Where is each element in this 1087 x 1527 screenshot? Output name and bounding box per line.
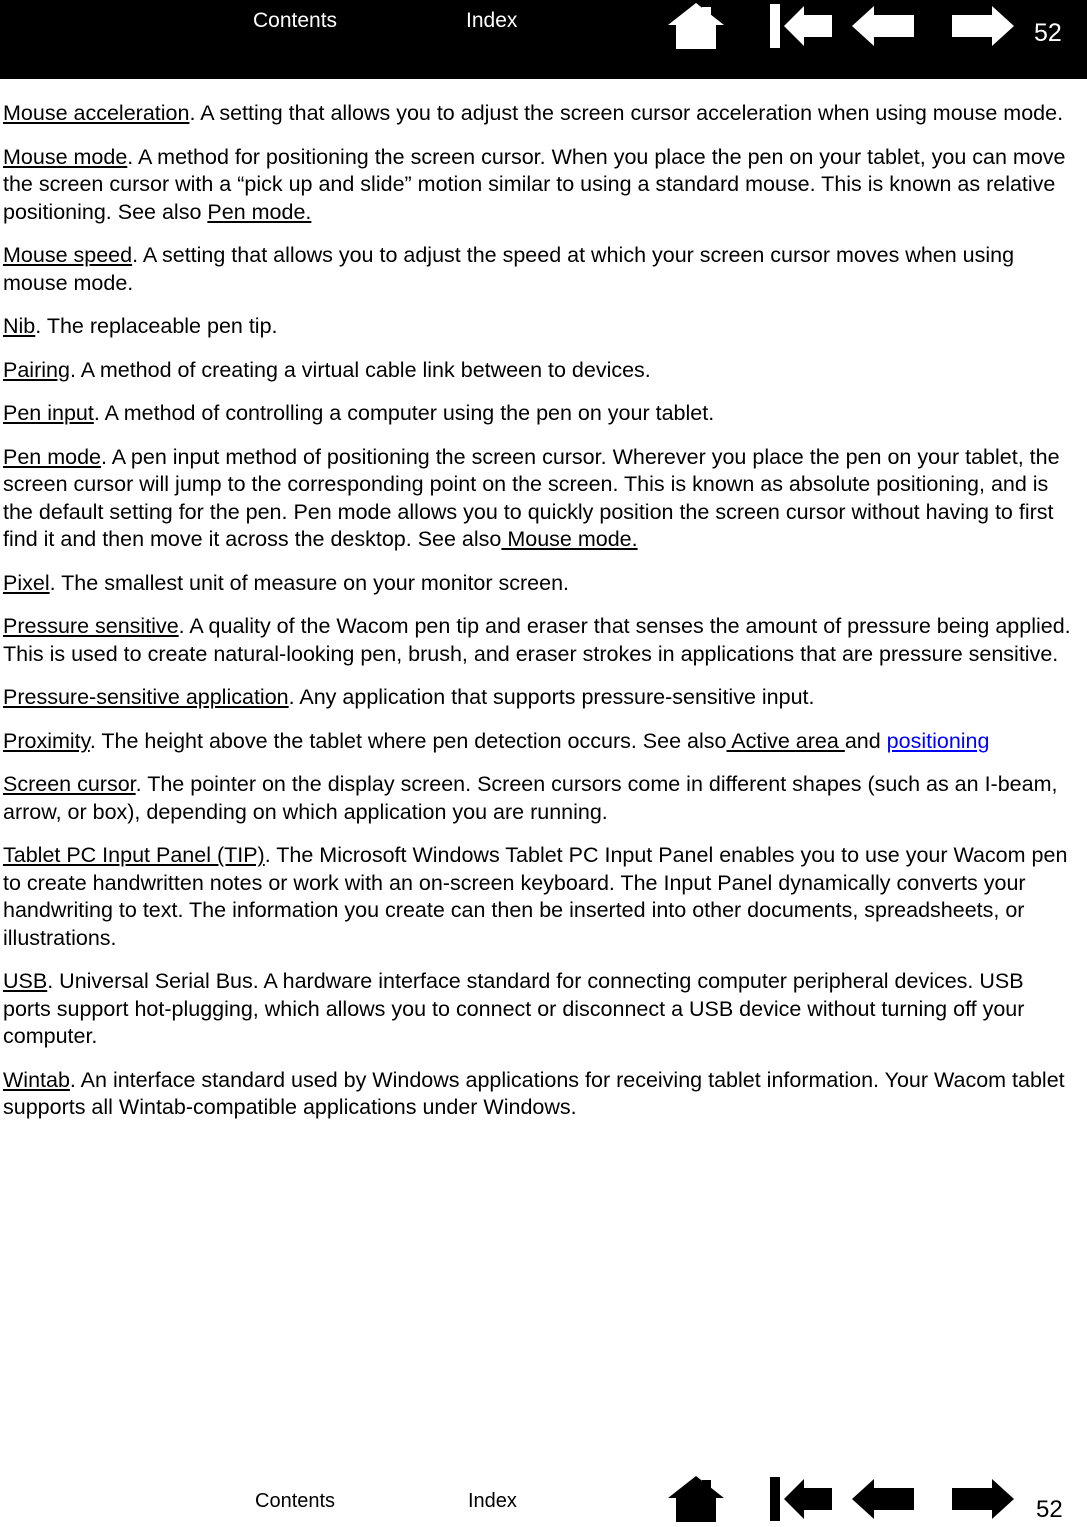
glossary-term[interactable]: Mouse speed bbox=[3, 243, 132, 267]
glossary-entry-wintab: Wintab. An interface standard used by Wi… bbox=[3, 1067, 1075, 1122]
header-page-number: 52 bbox=[1034, 19, 1062, 47]
glossary-term[interactable]: Pen mode bbox=[3, 445, 101, 469]
glossary-entry-screen-cursor: Screen cursor. The pointer on the displa… bbox=[3, 771, 1075, 826]
glossary-entry-mouse-speed: Mouse speed. A setting that allows you t… bbox=[3, 242, 1075, 297]
glossary-definition: . The smallest unit of measure on your m… bbox=[49, 570, 570, 595]
glossary-term[interactable]: Pressure sensitive bbox=[3, 614, 179, 638]
glossary-term[interactable]: Tablet PC Input Panel (TIP) bbox=[3, 843, 265, 867]
glossary-definition: . Universal Serial Bus. A hardware inter… bbox=[3, 969, 1025, 1048]
glossary-definition: . An interface standard used by Windows … bbox=[3, 1067, 1065, 1120]
header-contents-link[interactable]: Contents bbox=[253, 8, 337, 34]
header-index-link[interactable]: Index bbox=[466, 8, 517, 34]
glossary-definition: . A setting that allows you to adjust th… bbox=[189, 101, 1064, 125]
glossary-entry-pairing: Pairing. A method of creating a virtual … bbox=[3, 357, 1075, 385]
glossary-term[interactable]: Pressure-sensitive application bbox=[3, 685, 289, 709]
glossary-definition: . A method of creating a virtual cable l… bbox=[69, 357, 651, 382]
glossary-entry-pen-input: Pen input. A method of controlling a com… bbox=[3, 400, 1075, 428]
go-to-start-icon[interactable] bbox=[770, 4, 832, 48]
go-to-start-icon[interactable] bbox=[770, 1477, 832, 1521]
glossary-definition: . Any application that supports pressure… bbox=[288, 685, 815, 709]
glossary-entry-pressure-sensitive-application: Pressure-sensitive application. Any appl… bbox=[3, 684, 1075, 712]
glossary-term[interactable]: Pairing bbox=[3, 358, 70, 382]
cross-reference-link[interactable]: Mouse mode. bbox=[501, 527, 637, 551]
glossary-term[interactable]: Pen input bbox=[3, 401, 94, 425]
glossary-definition: . A method for positioning the screen cu… bbox=[3, 144, 1066, 224]
glossary-entry-pixel: Pixel. The smallest unit of measure on y… bbox=[3, 570, 1075, 598]
home-icon[interactable] bbox=[668, 3, 724, 49]
glossary-entry-proximity: Proximity. The height above the tablet w… bbox=[3, 728, 1075, 756]
next-page-icon[interactable] bbox=[952, 1477, 1014, 1521]
glossary-term[interactable]: Mouse mode bbox=[3, 145, 127, 169]
footer-index-link[interactable]: Index bbox=[468, 1488, 517, 1514]
glossary-term[interactable]: Proximity bbox=[3, 729, 90, 753]
glossary-entry-pressure-sensitive: Pressure sensitive. A quality of the Wac… bbox=[3, 613, 1075, 668]
glossary-definition: . The height above the tablet where pen … bbox=[89, 728, 727, 753]
page-footer: Contents Index 52 bbox=[0, 1472, 1087, 1527]
page-header: Contents Index 52 bbox=[0, 0, 1087, 79]
glossary-entry-usb: USB. Universal Serial Bus. A hardware in… bbox=[3, 968, 1075, 1051]
glossary-definition: . The replaceable pen tip. bbox=[35, 314, 278, 338]
glossary-definition: . A setting that allows you to adjust th… bbox=[3, 243, 1015, 295]
glossary-entry-mouse-acceleration: Mouse acceleration. A setting that allow… bbox=[3, 100, 1075, 128]
cross-reference-link-positioning[interactable]: positioning bbox=[887, 729, 990, 753]
previous-page-icon[interactable] bbox=[852, 4, 914, 48]
next-page-icon[interactable] bbox=[952, 4, 1014, 48]
glossary-term[interactable]: Wintab bbox=[3, 1068, 70, 1092]
cross-reference-link-active-area[interactable]: Active area bbox=[726, 729, 844, 753]
previous-page-icon[interactable] bbox=[852, 1477, 914, 1521]
glossary-term[interactable]: Pixel bbox=[3, 571, 50, 595]
cross-reference-link[interactable]: Pen mode. bbox=[207, 200, 311, 224]
glossary-content: Mouse acceleration. A setting that allow… bbox=[3, 100, 1075, 1138]
glossary-term[interactable]: Screen cursor bbox=[3, 772, 136, 796]
footer-page-number: 52 bbox=[1036, 1496, 1063, 1523]
glossary-entry-mouse-mode: Mouse mode. A method for positioning the… bbox=[3, 144, 1075, 227]
glossary-definition: . The pointer on the display screen. Scr… bbox=[3, 772, 1058, 824]
glossary-term[interactable]: Mouse acceleration bbox=[3, 101, 189, 125]
glossary-entry-tablet-pc-input-panel: Tablet PC Input Panel (TIP). The Microso… bbox=[3, 842, 1075, 952]
glossary-definition-mid: and bbox=[844, 728, 887, 753]
glossary-term[interactable]: Nib bbox=[3, 314, 35, 338]
glossary-entry-nib: Nib. The replaceable pen tip. bbox=[3, 313, 1075, 341]
glossary-definition: . A method of controlling a computer usi… bbox=[93, 401, 715, 425]
home-icon[interactable] bbox=[668, 1476, 724, 1522]
glossary-entry-pen-mode: Pen mode. A pen input method of position… bbox=[3, 444, 1075, 554]
glossary-term[interactable]: USB bbox=[3, 969, 47, 993]
footer-contents-link[interactable]: Contents bbox=[255, 1488, 335, 1514]
